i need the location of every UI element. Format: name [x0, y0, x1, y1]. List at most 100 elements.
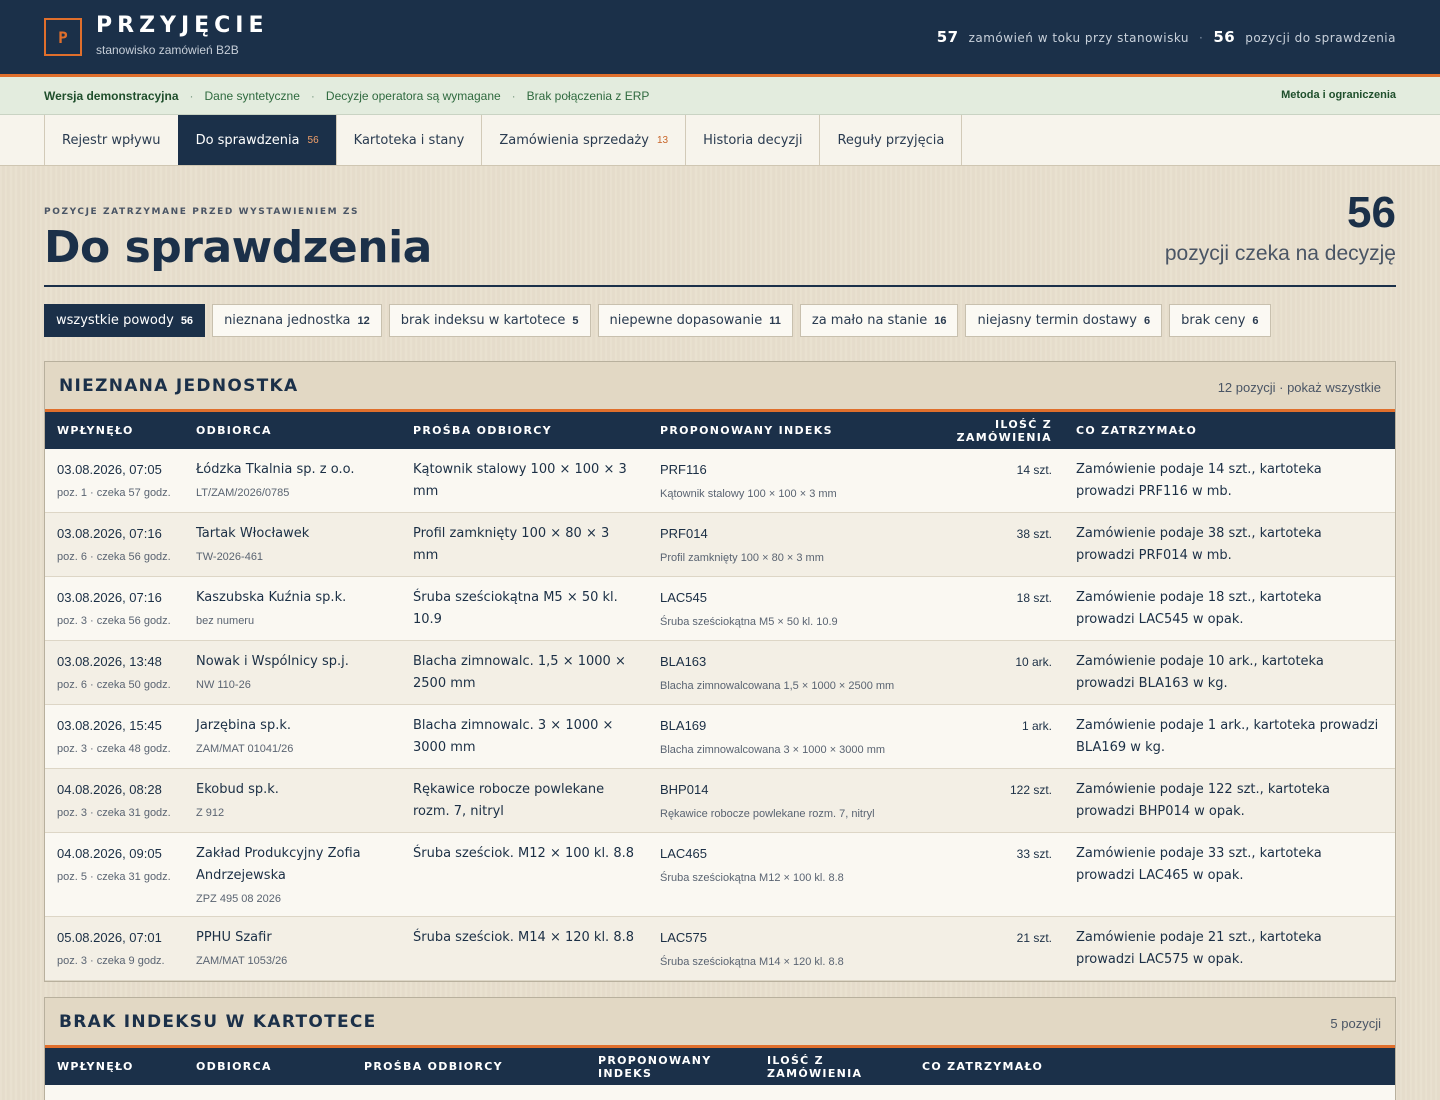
column-header-hold-reason[interactable]: CO ZATRZYMAŁO [910, 1048, 1395, 1085]
filter-label: wszystkie powody [56, 313, 174, 328]
index-cell: LAC545 Śruba sześciokątna M5 × 50 kl. 10.… [648, 576, 908, 641]
filter-count: 6 [1252, 314, 1259, 327]
index-name: Śruba sześciokątna M5 × 50 kl. 10.9 [660, 616, 838, 628]
filter-label: brak ceny [1181, 313, 1246, 328]
filter-all-reasons[interactable]: wszystkie powody 56 [44, 304, 206, 337]
app-logo[interactable]: P [44, 18, 82, 56]
index-code[interactable]: BHP014 [660, 782, 708, 797]
quantity-cell: 1 ark. [908, 704, 1064, 769]
tab-decision-history[interactable]: Historia decyzji [685, 115, 819, 165]
request-cell: Śruba sześciokątna M5 × 50 kl. 10.9 [401, 576, 648, 641]
index-cell: PRF014 Profil zamknięty 100 × 80 × 3 mm [648, 512, 908, 577]
table-row[interactable]: 03.08.2026, 13:48 poz. 6 · czeka 50 godz.… [45, 640, 1395, 705]
hold-reason-cell: Zamówienie podaje 122 szt., kartoteka pr… [1064, 768, 1395, 833]
tab-to-review[interactable]: Do sprawdzenia 56 [177, 115, 336, 165]
column-header-request[interactable]: PROŚBA ODBIORCY [352, 1048, 586, 1085]
table-row[interactable]: 03.08.2026, 07:16 poz. 6 · czeka 56 godz.… [45, 512, 1395, 577]
request-cell: Profil zamknięty 100 × 80 × 3 mm [401, 512, 648, 577]
received-cell: 04.08.2026, 09:05 poz. 5 · czeka 31 godz. [45, 832, 184, 917]
received-date: 04.08.2026, 08:28 [57, 782, 162, 797]
review-table: WPŁYNĘŁO ODBIORCA PROŚBA ODBIORCY PROPON… [45, 412, 1395, 981]
filter-unclear-delivery[interactable]: niejasny termin dostawy 6 [965, 304, 1163, 337]
index-cell: BHP014 Rękawice robocze powlekane rozm. 7… [648, 768, 908, 833]
column-header-received[interactable]: WPŁYNĘŁO [45, 1048, 184, 1085]
column-header-request[interactable]: PROŚBA ODBIORCY [401, 412, 648, 449]
index-name: Śruba sześciokątna M14 × 120 kl. 8.8 [660, 956, 844, 968]
orders-in-progress-label: zamówień w toku przy stanowisku [968, 31, 1190, 45]
customer-cell: Kaszubska Kuźnia sp.k. bez numeru [184, 576, 401, 641]
index-code[interactable]: PRF014 [660, 526, 708, 541]
table-row[interactable]: 03.08.2026, 07:05 poz. 1 · czeka 57 godz.… [45, 449, 1395, 513]
method-and-limits-link[interactable]: Metoda i ograniczenia [1281, 89, 1396, 101]
customer-name: Kaszubska Kuźnia sp.k. [196, 590, 347, 605]
index-code[interactable]: LAC465 [660, 846, 707, 861]
tab-sales-orders[interactable]: Zamówienia sprzedaży 13 [481, 115, 685, 165]
position-wait: poz. 5 · czeka 31 godz. [57, 871, 171, 883]
column-header-quantity[interactable]: ILOŚĆ Z ZAMÓWIENIA [908, 412, 1064, 449]
filter-unknown-unit[interactable]: nieznana jednostka 12 [212, 304, 382, 337]
tab-catalog-and-stock[interactable]: Kartoteka i stany [335, 115, 482, 165]
tab-label: Rejestr wpływu [62, 132, 161, 148]
section-item-count: 5 pozycji [1330, 1016, 1381, 1031]
section-unknown-unit: NIEZNANA JEDNOSTKA 12 pozycji · pokaż ws… [44, 361, 1396, 982]
main-nav: Rejestr wpływu Do sprawdzenia 56 Kartotek… [0, 115, 1440, 166]
customer-cell: Tartak Włocławek TW-2026-461 [184, 512, 401, 577]
quantity-cell: 14 szt. [908, 449, 1064, 513]
show-all-link[interactable]: pokaż wszystkie [1287, 380, 1381, 395]
customer-name: Nowak i Wspólnicy sp.j. [196, 654, 349, 669]
request-cell: Kątownik stalowy 100 × 100 × 3 mm [401, 449, 648, 513]
tab-intake-register[interactable]: Rejestr wpływu [44, 115, 178, 165]
index-code[interactable]: BLA163 [660, 654, 706, 669]
index-cell: BLA163 Blacha zimnowalcowana 1,5 × 1000 ×… [648, 640, 908, 705]
info-separator: · [511, 89, 516, 103]
position-wait: poz. 3 · czeka 9 godz. [57, 955, 165, 967]
title-divider [44, 285, 1396, 287]
table-row[interactable]: 04.08.2026, 09:05 poz. 5 · czeka 31 godz.… [45, 832, 1395, 917]
column-header-quantity[interactable]: ILOŚĆ Z ZAMÓWIENIA [755, 1048, 910, 1085]
filter-label: za mało na stanie [811, 313, 928, 328]
orders-in-progress-count: 57 [936, 28, 959, 46]
filter-uncertain-match[interactable]: niepewne dopasowanie 11 [597, 304, 793, 337]
request-cell: Śruba sześciok. M12 × 100 kl. 8.8 [401, 832, 648, 917]
position-wait: poz. 3 · czeka 31 godz. [57, 807, 171, 819]
customer-cell: Zakład Produkcyjny Zofia Andrzejewska ZPZ… [184, 832, 401, 917]
index-name: Kątownik stalowy 100 × 100 × 3 mm [660, 488, 837, 500]
index-code[interactable]: LAC575 [660, 930, 707, 945]
table-row[interactable]: 05.08.2026, 07:01 poz. 3 · czeka 9 godz. … [45, 916, 1395, 981]
index-code[interactable]: BLA169 [660, 718, 706, 733]
index-cell: BLA169 Blacha zimnowalcowana 3 × 1000 × 3… [648, 704, 908, 769]
filter-missing-price[interactable]: brak ceny 6 [1169, 304, 1271, 337]
app-header: P PRZYJĘCIE stanowisko zamówień B2B 57 z… [0, 0, 1440, 77]
info-separator: · [310, 89, 315, 103]
tab-intake-rules[interactable]: Reguły przyjęcia [819, 115, 963, 165]
hold-reason-cell: Zamówienie podaje 10 ark., kartoteka pro… [1064, 640, 1395, 705]
index-code[interactable]: PRF116 [660, 462, 707, 477]
filter-missing-index[interactable]: brak indeksu w kartotece 5 [388, 304, 591, 337]
pending-count-label: pozycji czeka na decyzję [1164, 242, 1396, 265]
tab-label: Kartoteka i stany [353, 132, 465, 148]
filter-label: nieznana jednostka [224, 313, 351, 328]
column-header-hold-reason[interactable]: CO ZATRZYMAŁO [1064, 412, 1395, 449]
index-code[interactable]: LAC545 [660, 590, 707, 605]
filter-label: brak indeksu w kartotece [400, 313, 566, 328]
filter-low-stock[interactable]: za mało na stanie 16 [799, 304, 959, 337]
order-reference: TW-2026-461 [196, 551, 264, 563]
column-header-proposed-index[interactable]: PROPONOWANY INDEKS [648, 412, 908, 449]
hold-reason-cell: Zamówienie podaje 21 szt., kartoteka pro… [1064, 916, 1395, 981]
order-reference: Z 912 [196, 807, 225, 819]
page-title: Do sprawdzenia [44, 222, 432, 273]
no-erp-connection-label: Brak połączenia z ERP [526, 89, 650, 103]
column-header-received[interactable]: WPŁYNĘŁO [45, 412, 184, 449]
received-cell: 03.08.2026, 07:05 poz. 1 · czeka 57 godz. [45, 449, 184, 513]
pending-count: 56 [1347, 188, 1396, 237]
column-header-customer[interactable]: ODBIORCA [184, 1048, 352, 1085]
column-header-proposed-index[interactable]: PROPONOWANY INDEKS [586, 1048, 755, 1085]
section-title: NIEZNANA JEDNOSTKA [59, 376, 299, 396]
table-row[interactable]: 03.08.2026, 07:16 poz. 3 · czeka 56 godz.… [45, 576, 1395, 641]
tab-count-badge: 13 [656, 134, 669, 146]
table-row[interactable]: 04.08.2026, 08:28 poz. 3 · czeka 31 godz.… [45, 768, 1395, 833]
column-header-customer[interactable]: ODBIORCA [184, 412, 401, 449]
table-row[interactable]: 03.08.2026, 15:45 poz. 3 · czeka 48 godz.… [45, 704, 1395, 769]
synthetic-data-label: Dane syntetyczne [204, 89, 300, 103]
received-date: 03.08.2026, 07:16 [57, 526, 162, 541]
